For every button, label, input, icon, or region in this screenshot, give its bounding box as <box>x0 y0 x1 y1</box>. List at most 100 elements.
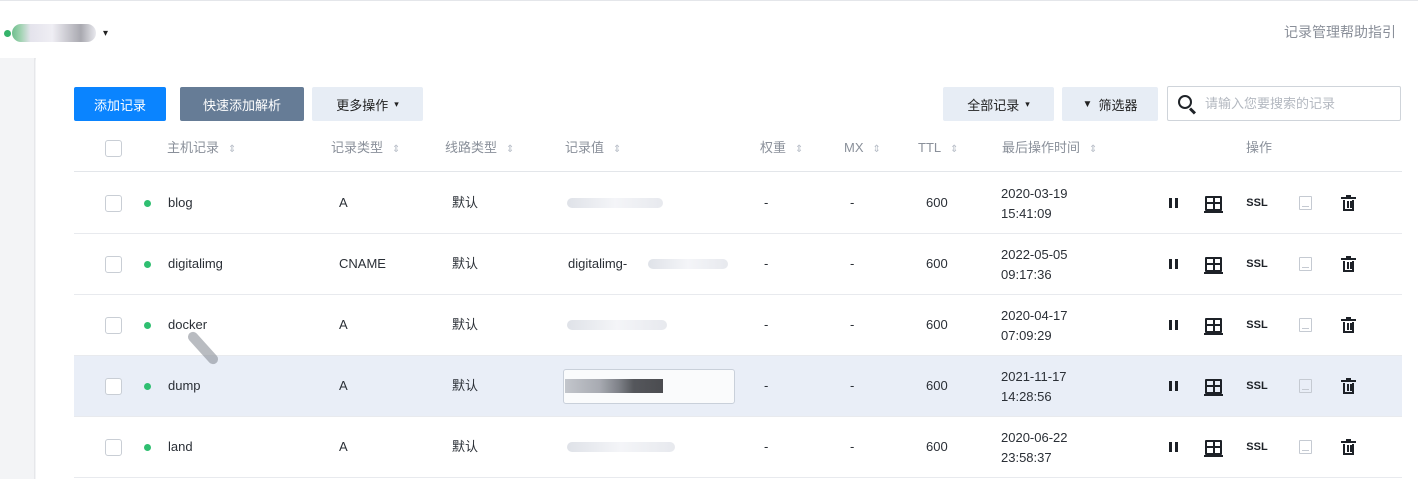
all-records-dropdown[interactable]: 全部记录 ▾ <box>943 87 1054 121</box>
side-strip <box>0 58 35 479</box>
search-box <box>1167 86 1401 121</box>
type-cell: A <box>339 378 348 393</box>
domain-selector[interactable]: ▾ <box>4 23 108 43</box>
line-config-icon[interactable] <box>1202 417 1224 477</box>
sort-icon: ⇕ <box>950 144 959 155</box>
ttl-cell: 600 <box>926 256 948 271</box>
add-record-button[interactable]: 添加记录 <box>74 87 166 121</box>
pause-icon[interactable] <box>1166 417 1180 477</box>
record-value-edit-field[interactable] <box>563 369 735 404</box>
line-config-icon[interactable] <box>1202 234 1224 294</box>
weight-cell: - <box>764 256 769 271</box>
last-op-clock: 14:28:56 <box>1001 389 1052 404</box>
header-value[interactable]: 记录值 ⇕ <box>565 128 621 172</box>
domain-status-dot <box>4 29 11 37</box>
ttl-cell: 600 <box>926 317 948 332</box>
note-icon <box>1297 234 1313 294</box>
ssl-button[interactable]: SSL <box>1242 356 1272 416</box>
header-line[interactable]: 线路类型 ⇕ <box>445 128 514 172</box>
host-cell[interactable]: digitalimg <box>168 234 223 294</box>
row-checkbox[interactable] <box>105 439 122 456</box>
mx-cell: - <box>850 256 855 271</box>
last-op-clock: 15:41:09 <box>1001 206 1052 221</box>
table-row: dump A 默认 - - 600 2021-11-17 14:28:56 SSL <box>74 356 1402 417</box>
last-op-time: 2022-05-05 09:17:36 <box>1001 245 1068 285</box>
all-records-label: 全部记录 <box>967 97 1020 113</box>
line-cell: 默认 <box>452 195 479 210</box>
weight-cell: - <box>764 378 769 393</box>
sort-icon: ⇕ <box>228 144 237 155</box>
sort-icon: ⇕ <box>613 144 622 155</box>
quick-add-button[interactable]: 快速添加解析 <box>180 87 304 121</box>
value-redacted <box>567 320 667 330</box>
header-type[interactable]: 记录类型 ⇕ <box>331 128 400 172</box>
pause-icon[interactable] <box>1166 173 1180 233</box>
last-op-clock: 09:17:36 <box>1001 267 1052 282</box>
type-cell: CNAME <box>339 256 386 271</box>
header-actions: 操作 <box>1246 140 1273 155</box>
trash-icon[interactable] <box>1339 234 1357 294</box>
note-icon <box>1297 356 1313 416</box>
trash-icon[interactable] <box>1339 356 1357 416</box>
search-input[interactable] <box>1205 96 1385 111</box>
search-icon[interactable] <box>1177 94 1197 115</box>
line-config-icon[interactable] <box>1202 173 1224 233</box>
pause-icon[interactable] <box>1166 234 1180 294</box>
select-all-checkbox[interactable] <box>105 140 122 157</box>
ssl-button[interactable]: SSL <box>1242 295 1272 355</box>
header-last-op-time[interactable]: 最后操作时间 ⇕ <box>1002 128 1097 172</box>
last-op-date: 2020-03-19 <box>1001 186 1068 201</box>
pause-icon[interactable] <box>1166 295 1180 355</box>
row-checkbox[interactable] <box>105 378 122 395</box>
status-dot <box>144 261 151 268</box>
trash-icon[interactable] <box>1339 417 1357 477</box>
status-dot <box>144 444 151 451</box>
more-actions-button[interactable]: 更多操作 ▾ <box>312 87 423 121</box>
ssl-button[interactable]: SSL <box>1242 417 1272 477</box>
table-header: 主机记录 ⇕ 记录类型 ⇕ 线路类型 ⇕ 记录值 ⇕ 权重 ⇕ MX ⇕ TTL ⇕ 最后操作… <box>74 128 1402 172</box>
ssl-button[interactable]: SSL <box>1242 173 1272 233</box>
line-cell: 默认 <box>452 378 479 393</box>
host-cell[interactable]: land <box>168 417 193 477</box>
header-host[interactable]: 主机记录 ⇕ <box>167 128 236 172</box>
filter-button[interactable]: ▼ 筛选器 <box>1062 87 1158 121</box>
status-dot <box>144 200 151 207</box>
status-dot <box>144 383 151 390</box>
last-op-clock: 23:58:37 <box>1001 450 1052 465</box>
line-cell: 默认 <box>452 256 479 271</box>
row-checkbox[interactable] <box>105 195 122 212</box>
weight-cell: - <box>764 439 769 454</box>
row-checkbox[interactable] <box>105 317 122 334</box>
host-cell[interactable]: blog <box>168 173 193 233</box>
row-checkbox[interactable] <box>105 256 122 273</box>
line-cell: 默认 <box>452 317 479 332</box>
value-redacted <box>648 259 728 269</box>
ttl-cell: 600 <box>926 378 948 393</box>
line-config-icon[interactable] <box>1202 295 1224 355</box>
header-ttl[interactable]: TTL ⇕ <box>918 128 959 172</box>
table-row: blog A 默认 - - 600 2020-03-19 15:41:09 SSL <box>74 173 1402 234</box>
domain-name-redacted <box>12 24 96 42</box>
host-cell[interactable]: dump <box>168 356 201 416</box>
filter-label: 筛选器 <box>1098 97 1138 113</box>
type-cell: A <box>339 439 348 454</box>
table-row: digitalimg CNAME 默认 digitalimg- - - 600 … <box>74 234 1402 295</box>
weight-cell: - <box>764 195 769 210</box>
last-op-date: 2020-06-22 <box>1001 430 1068 445</box>
trash-icon[interactable] <box>1339 173 1357 233</box>
value-cell: digitalimg- <box>568 256 628 271</box>
top-bar: ▾ 记录管理帮助指引 <box>0 0 1418 58</box>
last-op-date: 2020-04-17 <box>1001 308 1068 323</box>
last-op-time: 2020-06-22 23:58:37 <box>1001 428 1068 468</box>
note-icon <box>1297 173 1313 233</box>
ssl-button[interactable]: SSL <box>1242 234 1272 294</box>
trash-icon[interactable] <box>1339 295 1357 355</box>
header-mx[interactable]: MX ⇕ <box>844 128 881 172</box>
type-cell: A <box>339 317 348 332</box>
header-weight[interactable]: 权重 ⇕ <box>760 128 803 172</box>
help-guide-link[interactable]: 记录管理帮助指引 <box>1284 22 1396 42</box>
pause-icon[interactable] <box>1166 356 1180 416</box>
last-op-date: 2021-11-17 <box>1001 369 1067 384</box>
last-op-date: 2022-05-05 <box>1001 247 1068 262</box>
line-config-icon[interactable] <box>1202 356 1224 416</box>
